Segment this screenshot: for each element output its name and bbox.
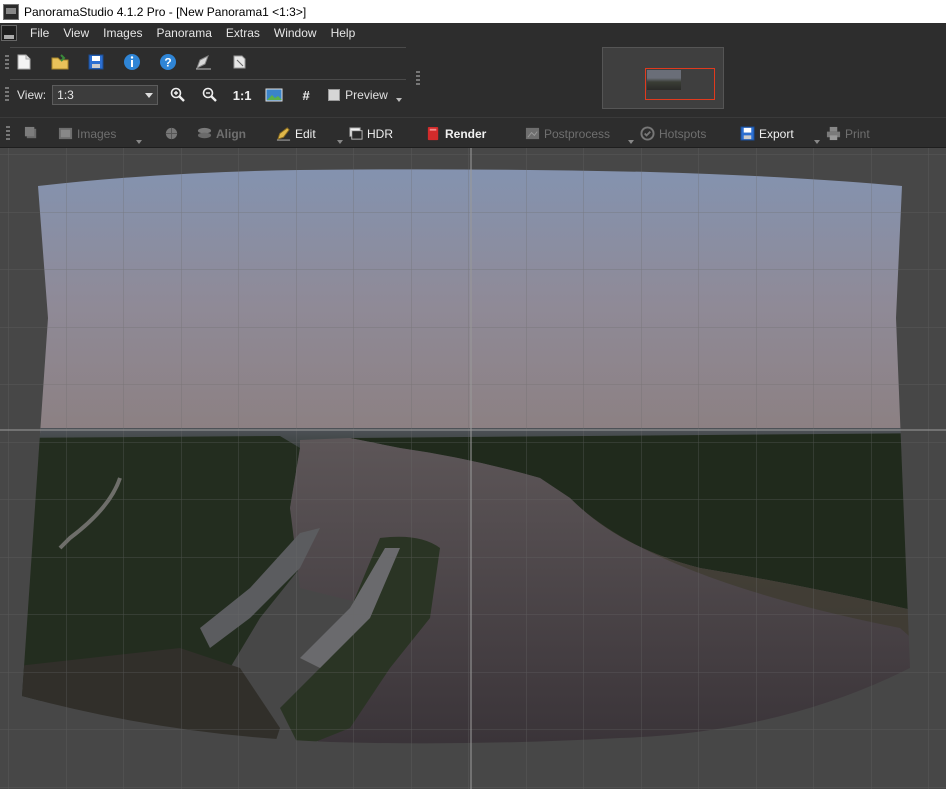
info-icon[interactable] bbox=[122, 52, 142, 72]
workflow-toolbar: Images Align Edit HDR Render Postprocess bbox=[0, 117, 946, 148]
zoom-out-icon[interactable] bbox=[200, 85, 220, 105]
preview-toggle[interactable]: Preview bbox=[328, 88, 388, 102]
edit-label: Edit bbox=[295, 126, 316, 141]
hdr-icon bbox=[349, 127, 363, 140]
panorama-preview[interactable] bbox=[0, 148, 946, 789]
panoramastudio-window: PanoramaStudio 4.1.2 Pro - [New Panorama… bbox=[0, 0, 946, 789]
menu-extras[interactable]: Extras bbox=[219, 23, 267, 43]
view-toolbar: View: 1:3 1:1 # Preview bbox=[17, 83, 402, 107]
preview-dropdown-icon[interactable] bbox=[395, 98, 402, 102]
hotspots-label: Hotspots bbox=[659, 126, 707, 141]
images-button[interactable]: Images bbox=[58, 118, 116, 149]
grid-icon[interactable]: # bbox=[296, 85, 316, 105]
align-label: Align bbox=[216, 126, 246, 141]
chevron-down-icon bbox=[145, 92, 154, 98]
navigator-viewport-frame[interactable] bbox=[645, 68, 715, 100]
edit-dropdown-icon[interactable] bbox=[337, 140, 343, 144]
alignment-grid-overlay bbox=[22, 169, 910, 744]
main-toolbar: ? bbox=[14, 49, 266, 75]
export-icon bbox=[740, 126, 755, 141]
edit-icon[interactable] bbox=[194, 52, 214, 72]
navigator-panel[interactable] bbox=[602, 47, 724, 109]
printer-icon bbox=[826, 126, 841, 141]
export-dropdown-icon[interactable] bbox=[814, 140, 820, 144]
images-icon bbox=[58, 127, 73, 140]
menu-view[interactable]: View bbox=[56, 23, 96, 43]
pro-logo-icon[interactable] bbox=[1, 25, 17, 41]
toolbar-divider bbox=[10, 79, 406, 80]
view-zoom-select[interactable]: 1:3 bbox=[52, 85, 159, 105]
view-zoom-value: 1:3 bbox=[57, 88, 74, 102]
preview-label: Preview bbox=[345, 88, 388, 102]
print-label: Print bbox=[845, 126, 870, 141]
hotspots-icon bbox=[640, 126, 655, 141]
edit-pencil-icon bbox=[276, 127, 291, 141]
preview-checkbox[interactable] bbox=[328, 89, 341, 101]
render-button[interactable]: Render bbox=[426, 118, 486, 149]
window-title: PanoramaStudio 4.1.2 Pro - [New Panorama… bbox=[24, 4, 307, 19]
toolbar-grip[interactable] bbox=[6, 126, 10, 140]
svg-text:?: ? bbox=[164, 56, 171, 70]
menu-bar: File View Images Panorama Extras Window … bbox=[0, 23, 946, 43]
add-images-icon bbox=[24, 126, 37, 139]
app-icon[interactable] bbox=[3, 3, 19, 20]
new-document-icon[interactable] bbox=[14, 52, 34, 72]
images-dropdown-icon[interactable] bbox=[136, 140, 142, 144]
print-button[interactable]: Print bbox=[826, 118, 870, 149]
save-icon[interactable] bbox=[86, 52, 106, 72]
menu-help[interactable]: Help bbox=[324, 23, 363, 43]
zoom-1to1-icon[interactable]: 1:1 bbox=[232, 85, 252, 105]
align-settings-button[interactable] bbox=[164, 118, 183, 149]
add-images-button[interactable] bbox=[24, 118, 43, 149]
menu-panorama[interactable]: Panorama bbox=[150, 23, 219, 43]
open-folder-icon[interactable] bbox=[50, 52, 70, 72]
edit-button[interactable]: Edit bbox=[276, 118, 316, 149]
align-button[interactable]: Align bbox=[197, 118, 246, 149]
render-label: Render bbox=[445, 126, 487, 141]
zoom-in-icon[interactable] bbox=[168, 85, 188, 105]
export-button[interactable]: Export bbox=[740, 118, 794, 149]
menu-images[interactable]: Images bbox=[96, 23, 149, 43]
toolbar-grip[interactable] bbox=[5, 55, 9, 69]
hotspots-button[interactable]: Hotspots bbox=[640, 118, 706, 149]
panorama-canvas[interactable] bbox=[0, 148, 946, 789]
view-label: View: bbox=[17, 88, 47, 102]
help-icon[interactable]: ? bbox=[158, 52, 178, 72]
toolbar-area: ? View: 1:3 1:1 # Preview bbox=[0, 43, 946, 117]
render-icon bbox=[427, 126, 439, 141]
copy-icon[interactable] bbox=[230, 52, 250, 72]
title-bar: PanoramaStudio 4.1.2 Pro - [New Panorama… bbox=[0, 0, 946, 23]
hdr-button[interactable]: HDR bbox=[348, 118, 393, 149]
export-label: Export bbox=[759, 126, 794, 141]
align-icon bbox=[197, 127, 212, 139]
fit-image-icon[interactable] bbox=[264, 85, 284, 105]
toolbar-grip[interactable] bbox=[416, 71, 420, 85]
postprocess-button[interactable]: Postprocess bbox=[525, 118, 610, 149]
sphere-icon bbox=[165, 127, 178, 140]
menu-file[interactable]: File bbox=[23, 23, 56, 43]
toolbar-divider bbox=[10, 47, 406, 48]
hdr-label: HDR bbox=[367, 126, 393, 141]
toolbar-grip[interactable] bbox=[5, 87, 9, 101]
menu-window[interactable]: Window bbox=[267, 23, 324, 43]
images-label: Images bbox=[77, 126, 117, 141]
postprocess-label: Postprocess bbox=[544, 126, 611, 141]
postprocess-icon bbox=[525, 127, 540, 140]
postprocess-dropdown-icon[interactable] bbox=[628, 140, 634, 144]
